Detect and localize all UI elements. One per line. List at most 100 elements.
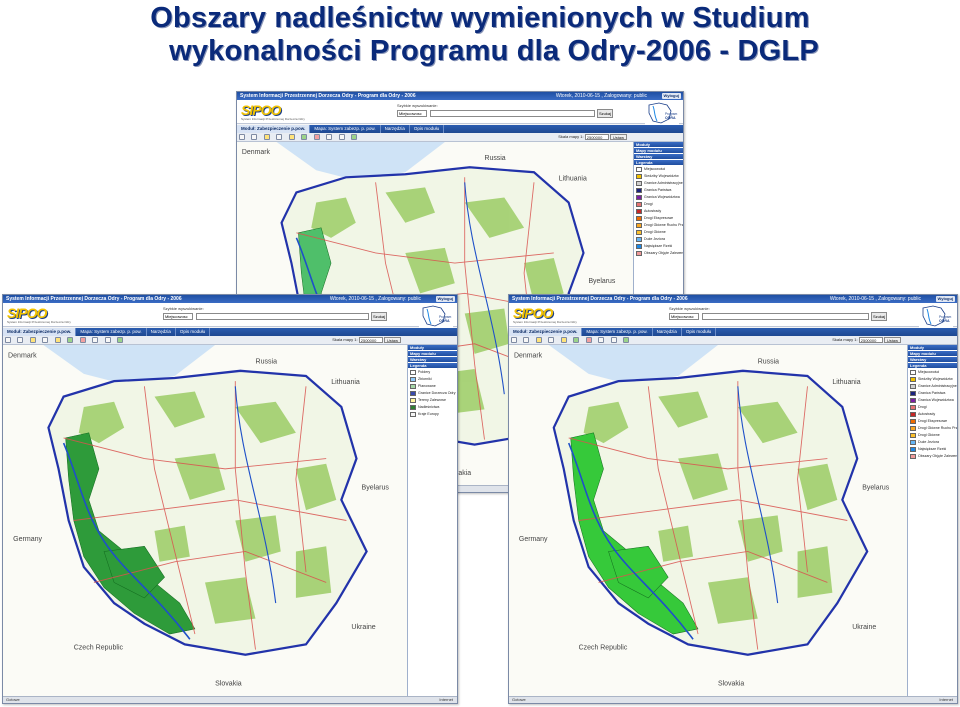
legend-item: Autostrady [634, 208, 683, 215]
print-icon[interactable] [92, 337, 99, 343]
search-input[interactable] [702, 313, 869, 320]
scale-apply-button[interactable]: Ustaw [609, 134, 627, 140]
tab-1[interactable]: Mapa: System zabezp. p. pow. [582, 328, 653, 336]
tab-3[interactable]: Opis modułu [410, 125, 445, 133]
sipoo-logo: SIPOO System Informacji Przestrzennej Do… [513, 305, 577, 325]
legend-label: Granice Administracyjne [918, 384, 957, 388]
search-type-select[interactable]: Miejscowosc [669, 313, 699, 320]
app-title: System Informacji Przestrzennej Dorzecza… [240, 93, 416, 99]
tab-2[interactable]: Narzędzia [381, 125, 410, 133]
refresh-icon[interactable] [610, 337, 617, 343]
legend-swatch [636, 209, 642, 214]
search-type-select[interactable]: Miejscowosc [397, 110, 427, 117]
legend-item: Drogi Główne Ruchu Przyspieszonego [634, 222, 683, 229]
print-icon[interactable] [598, 337, 605, 343]
search-button[interactable]: Szukaj [371, 312, 387, 321]
zoom-in-icon[interactable] [239, 134, 245, 140]
tab-3[interactable]: Opis modułu [176, 328, 211, 336]
legend-label: Granica Województwa [644, 195, 680, 199]
legend-item: Duże Jeziora [908, 439, 957, 446]
pan-hand-icon[interactable] [29, 337, 36, 343]
measure-icon[interactable] [301, 134, 308, 140]
search-button[interactable]: Szukaj [871, 312, 887, 321]
app-header: System Informacji Przestrzennej Dorzecza… [509, 295, 957, 303]
scale-input[interactable]: 2500000 [858, 337, 883, 343]
program-odra-logo: Program ODRA [419, 304, 453, 328]
full-extent-icon[interactable] [276, 134, 283, 140]
select-icon[interactable] [585, 337, 592, 343]
tab-1[interactable]: Mapa: System zabezp. p. pow. [76, 328, 147, 336]
scale-apply-button[interactable]: Ustaw [383, 337, 401, 343]
scale-apply-button[interactable]: Ustaw [883, 337, 901, 343]
legend-swatch [636, 167, 642, 172]
logout-button[interactable]: Wyloguj [935, 296, 955, 302]
layers-icon[interactable] [623, 337, 630, 343]
tab-0[interactable]: Moduł: Zabezpieczenie p.pow. [3, 328, 77, 336]
print-icon[interactable] [326, 134, 333, 140]
sipoo-logo: SIPOO System Informacji Przestrzennej Do… [241, 102, 305, 122]
scale-input[interactable]: 2500000 [584, 134, 609, 140]
tab-0[interactable]: Moduł: Zabezpieczenie p.pow. [509, 328, 583, 336]
logout-button[interactable]: Wyloguj [661, 93, 681, 99]
legend-item: Drogi [634, 201, 683, 208]
full-extent-icon[interactable] [42, 337, 49, 343]
zoom-in-icon[interactable] [5, 337, 11, 343]
zoom-in-icon[interactable] [511, 337, 517, 343]
svg-text:ODRA: ODRA [439, 319, 450, 323]
scale-input[interactable]: 2500000 [358, 337, 383, 343]
poland-map[interactable]: Denmark Russia Lithuania Byelarus German… [3, 345, 407, 696]
search-input[interactable] [196, 313, 369, 320]
pan-hand-icon[interactable] [263, 134, 270, 140]
pan-hand-icon[interactable] [535, 337, 542, 343]
info-icon[interactable] [560, 337, 567, 343]
legend-swatch [636, 216, 642, 221]
legend-label: Miejscowości [644, 167, 666, 171]
zoom-out-icon[interactable] [17, 337, 24, 343]
measure-icon[interactable] [573, 337, 580, 343]
legend-item: Granica Województwa [634, 194, 683, 201]
search-input[interactable] [430, 110, 595, 117]
sipoo-logo-subtitle: System Informacji Przestrzennej Dorzecza… [7, 320, 71, 324]
info-icon[interactable] [288, 134, 295, 140]
legend-label: Siedziby Województw [918, 377, 953, 381]
zoom-out-icon[interactable] [523, 337, 530, 343]
layers-icon[interactable] [351, 134, 358, 140]
tab-1[interactable]: Mapa: System zabezp. p. pow. [310, 125, 381, 133]
tab-2[interactable]: Narzędzia [147, 328, 176, 336]
tab-3[interactable]: Opis modułu [682, 328, 717, 336]
tab-2[interactable]: Narzędzia [653, 328, 682, 336]
full-extent-icon[interactable] [548, 337, 555, 343]
sipoo-logo-text: SIPOO [513, 305, 553, 321]
zoom-out-icon[interactable] [251, 134, 258, 140]
map-label-russia: Russia [256, 358, 278, 366]
legend-item: Nadleśnictwa [408, 404, 457, 411]
search-type-select[interactable]: Miejscowosc [163, 313, 193, 320]
screenshot-left: System Informacji Przestrzennej Dorzecza… [2, 294, 458, 704]
select-icon[interactable] [313, 134, 320, 140]
legend-item: Siedziby Województw [634, 173, 683, 180]
map-view[interactable]: Denmark Russia Lithuania Byelarus German… [3, 345, 407, 696]
logout-button[interactable]: Wyloguj [435, 296, 455, 302]
search-button[interactable]: Szukaj [597, 109, 613, 118]
legend-label: Obszary Objęte Zalewem [918, 454, 957, 458]
legend-swatch [410, 391, 416, 396]
legend-label: Siedziby Województw [644, 174, 679, 178]
legend-swatch [636, 202, 642, 207]
legend-label: Drogi [918, 405, 927, 409]
quick-search: Szybkie wyszukiwanie: Miejscowosc Szukaj [163, 306, 387, 324]
scale-label: Skala mapy 1: [832, 337, 858, 343]
legend-swatch [910, 433, 916, 438]
legend-swatch [410, 384, 416, 389]
select-icon[interactable] [79, 337, 86, 343]
info-icon[interactable] [54, 337, 61, 343]
tab-0[interactable]: Moduł: Zabezpieczenie p.pow. [237, 125, 311, 133]
map-view[interactable]: Denmark Russia Lithuania Byelarus German… [509, 345, 907, 696]
status-zone: Internet [439, 697, 453, 702]
refresh-icon[interactable] [104, 337, 111, 343]
layers-icon[interactable] [117, 337, 124, 343]
measure-icon[interactable] [67, 337, 74, 343]
poland-map[interactable]: Denmark Russia Lithuania Byelarus German… [509, 345, 907, 696]
map-toolbar: Skala mapy 1: 2500000 Ustaw [509, 336, 957, 345]
app-header: System Informacji Przestrzennej Dorzecza… [237, 92, 683, 100]
refresh-icon[interactable] [338, 134, 345, 140]
